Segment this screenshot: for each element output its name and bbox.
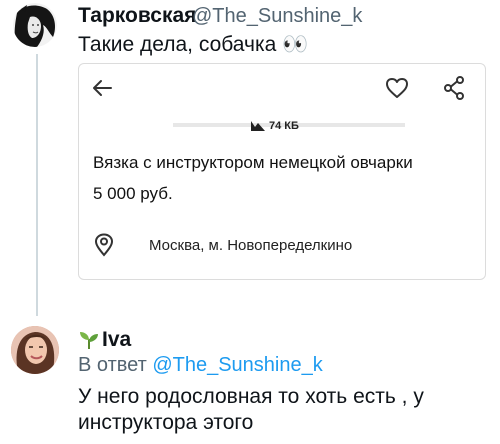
reply-text-line-2: инструктора этого xyxy=(78,411,254,434)
author-handle[interactable]: @The_Sunshine_k xyxy=(192,5,362,28)
reply-author-name-text: Iva xyxy=(102,328,132,351)
reply-context: В ответ @The_Sunshine_k xyxy=(78,354,323,377)
listing-toolbar xyxy=(79,64,485,112)
file-size-label: 74 КБ xyxy=(269,120,299,132)
reply-prefix: В ответ xyxy=(78,354,147,376)
tweet-text: Такие дела, собачка 👀 xyxy=(78,33,309,56)
file-size-badge: 74 КБ xyxy=(251,120,299,132)
seedling-icon xyxy=(80,332,98,349)
listing-title: Вязка с инструктором немецкой овчарки xyxy=(93,153,413,172)
image-icon xyxy=(251,121,265,131)
reply-author-avatar[interactable] xyxy=(11,326,59,374)
thread-connector-line xyxy=(36,54,38,316)
avatar-portrait-image xyxy=(13,3,57,47)
avatar-portrait-image xyxy=(11,326,59,374)
listing-location: Москва, м. Новопеределкино xyxy=(149,237,353,254)
reply-mention-link[interactable]: @The_Sunshine_k xyxy=(152,354,322,376)
reply-author-name[interactable]: Iva xyxy=(78,328,131,352)
author-name[interactable]: Тарковская xyxy=(78,4,196,28)
share-icon[interactable] xyxy=(443,76,465,100)
embedded-listing-screenshot[interactable]: 74 КБ Вязка с инструктором немецкой овча… xyxy=(78,63,486,280)
reply-text-line-1: У него родословная то хоть есть , у xyxy=(78,385,424,408)
heart-icon[interactable] xyxy=(385,77,409,99)
arrow-left-icon[interactable] xyxy=(91,78,113,98)
author-avatar[interactable] xyxy=(13,3,57,47)
location-pin-icon xyxy=(94,233,114,257)
listing-price: 5 000 руб. xyxy=(93,184,173,203)
